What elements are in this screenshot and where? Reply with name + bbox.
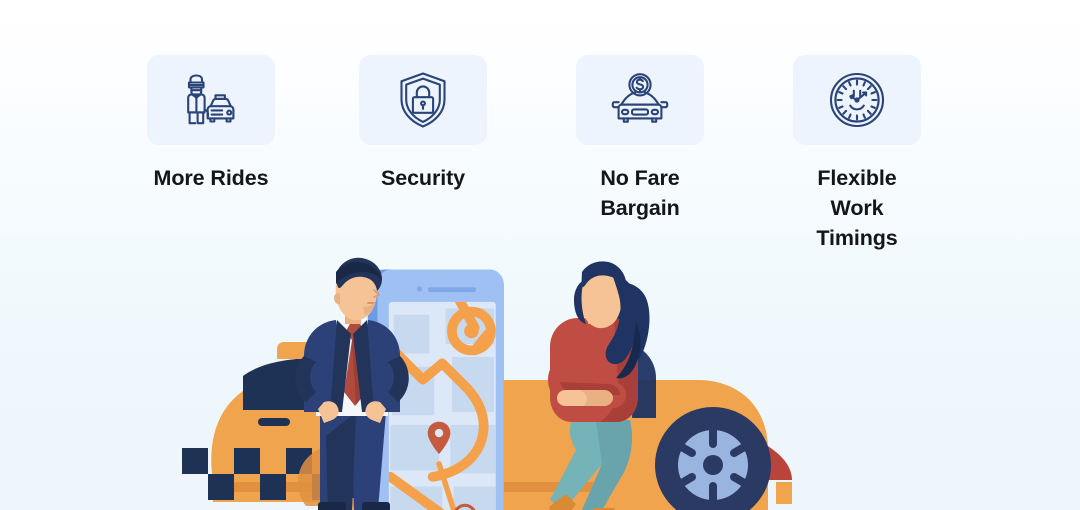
feature-label: Flexible Work Timings	[816, 166, 898, 250]
car-dollar-icon	[607, 71, 673, 129]
driver-taxi-icon	[178, 71, 244, 129]
feature-item-flexible-work-timings[interactable]: Flexible Work Timings	[793, 55, 921, 253]
feature-card-no-fare-bargain[interactable]	[576, 55, 704, 145]
feature-card-security[interactable]	[359, 55, 487, 145]
feature-list: More Rides Security No Fare Bargain Flex…	[0, 0, 1080, 250]
feature-label: Security	[380, 166, 466, 190]
feature-label: No Fare Bargain	[600, 166, 680, 220]
feature-item-more-rides[interactable]: More Rides	[147, 55, 275, 193]
page-root: More Rides Security No Fare Bargain Flex…	[0, 0, 1080, 510]
feature-item-no-fare-bargain[interactable]: No Fare Bargain	[576, 55, 704, 223]
taxi-driver-app-illustration	[0, 250, 1080, 510]
shield-lock-icon	[395, 70, 451, 130]
feature-item-security[interactable]: Security	[359, 55, 487, 193]
clock-smiley-icon	[828, 71, 886, 129]
feature-card-flexible-work-timings[interactable]	[793, 55, 921, 145]
feature-label: More Rides	[153, 166, 269, 190]
feature-card-more-rides[interactable]	[147, 55, 275, 145]
